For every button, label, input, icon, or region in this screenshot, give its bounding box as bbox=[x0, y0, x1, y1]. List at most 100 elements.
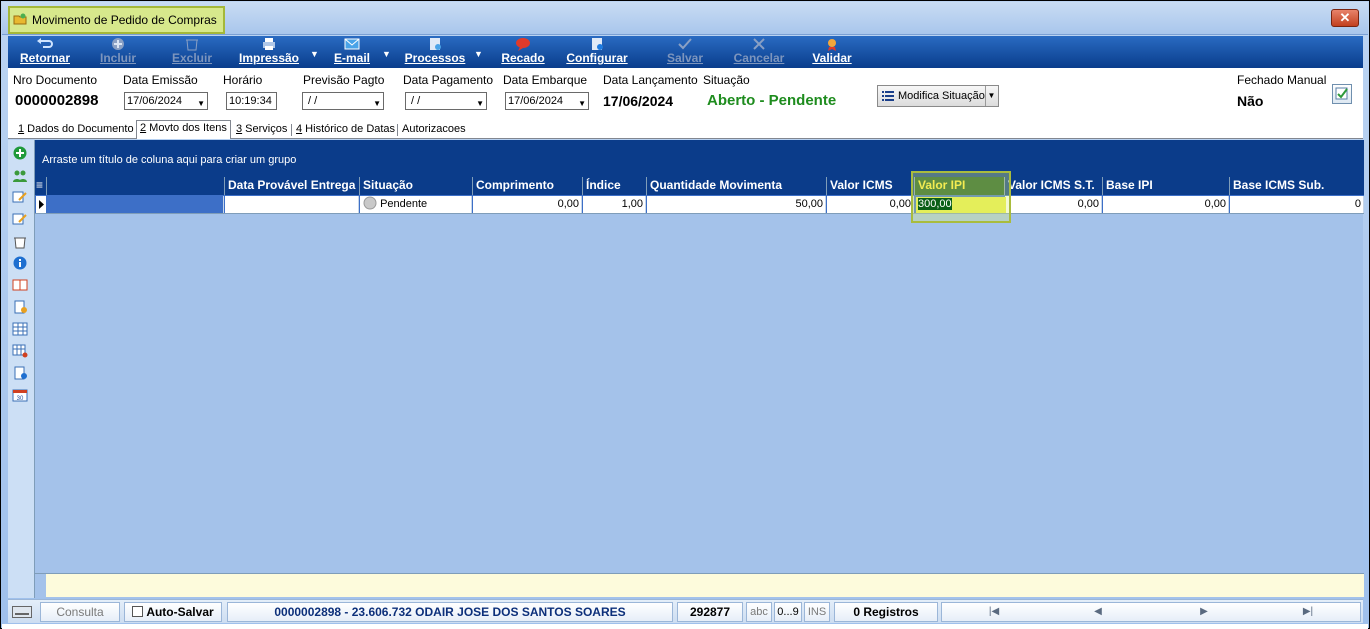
validate-icon bbox=[828, 39, 836, 51]
add-row-icon[interactable] bbox=[12, 146, 28, 160]
retornar-label: Retornar bbox=[19, 51, 70, 65]
fechado-manual-label: Fechado Manual bbox=[1237, 73, 1327, 87]
col-header-situacao[interactable]: Situação bbox=[360, 177, 473, 195]
window-title-box: Movimento de Pedido de Compras bbox=[8, 6, 225, 34]
data-pagamento-field[interactable]: / / ▼ bbox=[405, 92, 487, 110]
cell-valor-ipi-editor[interactable]: 300,00 bbox=[916, 197, 1006, 213]
close-button[interactable]: ✕ bbox=[1331, 9, 1359, 27]
prev-record-icon[interactable]: ◀ bbox=[1088, 602, 1108, 622]
col-header-0[interactable] bbox=[47, 177, 225, 195]
cell-data-entrega[interactable] bbox=[225, 196, 359, 213]
trash-icon bbox=[186, 39, 198, 51]
title-bar: Movimento de Pedido de Compras ✕ bbox=[2, 2, 1368, 35]
fechado-manual-button[interactable] bbox=[1332, 84, 1352, 104]
processos-button[interactable]: Processos bbox=[400, 36, 470, 68]
list-icon bbox=[882, 91, 894, 101]
svg-text:30: 30 bbox=[17, 396, 24, 402]
keyboard-icon[interactable] bbox=[12, 606, 32, 618]
document-info-panel: 0000002898 - 23.606.732 ODAIR JOSE DOS S… bbox=[227, 602, 673, 622]
previsao-pagto-field[interactable]: / / ▼ bbox=[302, 92, 384, 110]
column-chooser-icon[interactable]: ≡ bbox=[35, 177, 47, 195]
tab-servicos[interactable]: 3 Serviços bbox=[233, 122, 290, 139]
col-header-base-icms-sub[interactable]: Base ICMS Sub. bbox=[1230, 177, 1364, 195]
email-button[interactable]: E-mail bbox=[330, 36, 374, 68]
col-header-data-entrega[interactable]: Data Provável Entrega bbox=[225, 177, 360, 195]
configurar-button[interactable]: Configurar bbox=[562, 36, 632, 68]
data-pagamento-value: / / bbox=[408, 95, 421, 107]
cell-col0[interactable] bbox=[47, 196, 224, 213]
calendar-icon[interactable]: 30 bbox=[12, 388, 28, 402]
tab-movto-itens[interactable]: 2 Movto dos Itens bbox=[136, 120, 231, 139]
nro-documento-label: Nro Documento bbox=[13, 73, 98, 87]
previsao-pagto-value: / / bbox=[305, 95, 318, 107]
excluir-button[interactable]: Excluir bbox=[166, 36, 218, 68]
auto-salvar-panel[interactable]: Auto-Salvar bbox=[124, 602, 222, 622]
cancel-icon bbox=[753, 38, 765, 50]
col-header-quantidade[interactable]: Quantidade Movimenta bbox=[647, 177, 827, 195]
tab-label: Movto dos Itens bbox=[146, 122, 227, 134]
printer-icon bbox=[263, 38, 275, 50]
report-icon[interactable] bbox=[12, 366, 28, 380]
col-header-base-ipi[interactable]: Base IPI bbox=[1103, 177, 1230, 195]
cell-base-icms-sub[interactable]: 0 bbox=[1230, 196, 1364, 213]
main-window: Movimento de Pedido de Compras ✕ Retorna… bbox=[0, 0, 1370, 629]
processos-dropdown-icon[interactable]: ▼ bbox=[474, 36, 484, 68]
trash-icon[interactable] bbox=[12, 235, 28, 249]
cell-valor-icms[interactable]: 0,00 bbox=[827, 196, 914, 213]
salvar-button[interactable]: Salvar bbox=[660, 36, 710, 68]
col-header-valor-icms[interactable]: Valor ICMS bbox=[827, 177, 915, 195]
processes-icon bbox=[430, 38, 441, 50]
horario-field[interactable]: 10:19:34 bbox=[226, 92, 277, 110]
cell-valor-icms-st[interactable]: 0,00 bbox=[1005, 196, 1102, 213]
check-icon bbox=[678, 38, 692, 50]
cell-quantidade[interactable]: 50,00 bbox=[647, 196, 826, 213]
tab-label: Serviços bbox=[242, 123, 288, 135]
group-by-panel[interactable]: Arraste um título de coluna aqui para cr… bbox=[35, 140, 1364, 177]
col-header-comprimento[interactable]: Comprimento bbox=[473, 177, 583, 195]
retornar-button[interactable]: Retornar bbox=[12, 36, 78, 68]
dropdown-arrow-icon: ▼ bbox=[578, 99, 586, 108]
incluir-button[interactable]: Incluir bbox=[92, 36, 144, 68]
col-header-valor-icms-st[interactable]: Valor ICMS S.T. bbox=[1005, 177, 1103, 195]
book-icon[interactable] bbox=[12, 278, 28, 292]
first-record-icon[interactable]: |◀ bbox=[984, 602, 1004, 622]
people-icon[interactable] bbox=[12, 169, 28, 183]
cell-indice[interactable]: 1,00 bbox=[583, 196, 646, 213]
add-icon bbox=[112, 38, 124, 50]
tab-dados-documento[interactable]: 1 Dados do Documento bbox=[15, 122, 137, 139]
dropdown-arrow-icon[interactable]: ▼ bbox=[985, 86, 997, 106]
info-icon[interactable] bbox=[12, 256, 28, 270]
modifica-situacao-button[interactable]: Modifica Situação ▼ bbox=[877, 85, 999, 107]
cancelar-button[interactable]: Cancelar bbox=[726, 36, 792, 68]
document-icon[interactable] bbox=[12, 300, 28, 314]
tab-strip: 1 Dados do Documento 2 Movto dos Itens 3… bbox=[8, 120, 1363, 139]
data-embarque-field[interactable]: 17/06/2024 ▼ bbox=[505, 92, 589, 110]
recado-button[interactable]: Recado bbox=[496, 36, 550, 68]
edit-list-icon[interactable] bbox=[12, 212, 28, 226]
next-record-icon[interactable]: ▶ bbox=[1194, 602, 1214, 622]
validar-button[interactable]: Validar bbox=[806, 36, 858, 68]
tab-autorizacoes[interactable]: Autorizacoes bbox=[399, 122, 469, 139]
tab-historico-datas[interactable]: 4 Histórico de Datas bbox=[293, 122, 398, 139]
auto-salvar-checkbox[interactable] bbox=[132, 606, 144, 617]
cell-situacao[interactable]: Pendente bbox=[360, 196, 472, 213]
grid-icon[interactable] bbox=[12, 344, 28, 358]
table-row[interactable]: Pendente 0,00 1,00 50,00 0,00 0,00 0,00 … bbox=[35, 195, 1364, 214]
col-header-indice[interactable]: Índice bbox=[583, 177, 647, 195]
data-lancamento-label: Data Lançamento bbox=[603, 73, 698, 87]
edit-icon[interactable] bbox=[12, 190, 28, 204]
impressao-dropdown-icon[interactable]: ▼ bbox=[310, 36, 320, 68]
grid-column-headers: ≡ Data Provável Entrega Situação Comprim… bbox=[35, 177, 1364, 195]
data-emissao-field[interactable]: 17/06/2024 ▼ bbox=[124, 92, 208, 110]
impressao-button[interactable]: Impressão bbox=[234, 36, 304, 68]
horario-label: Horário bbox=[223, 73, 263, 87]
horario-value: 10:19:34 bbox=[229, 95, 272, 107]
data-pagamento-label: Data Pagamento bbox=[403, 73, 494, 87]
nro-documento-value: 0000002898 bbox=[15, 92, 99, 109]
last-record-icon[interactable]: ▶| bbox=[1298, 602, 1318, 622]
table-icon[interactable] bbox=[12, 322, 28, 336]
cell-base-ipi[interactable]: 0,00 bbox=[1103, 196, 1229, 213]
configurar-label: Configurar bbox=[566, 51, 628, 65]
email-dropdown-icon[interactable]: ▼ bbox=[382, 36, 392, 68]
cell-comprimento[interactable]: 0,00 bbox=[473, 196, 582, 213]
